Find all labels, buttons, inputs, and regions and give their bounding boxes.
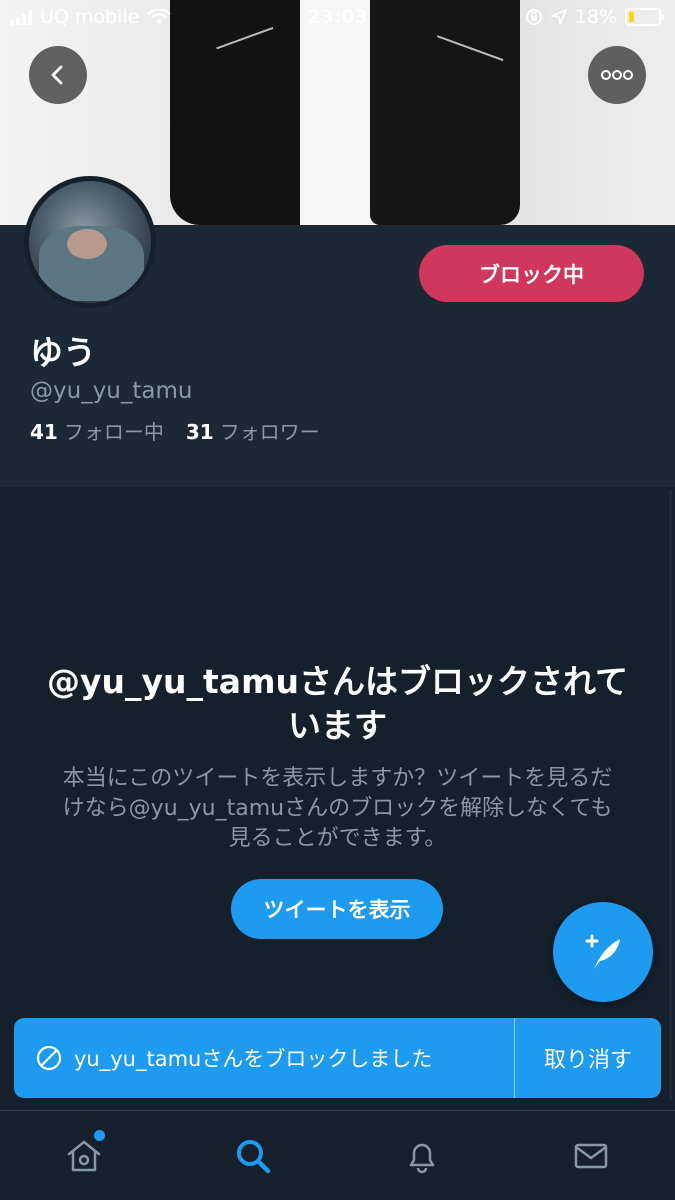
toast-message: yu_yu_tamuさんをブロックしました (74, 1047, 433, 1071)
following-count: 41 (30, 420, 58, 444)
blocked-status-button[interactable]: ブロック中 (419, 245, 644, 302)
battery-percent: 18% (574, 6, 617, 28)
followers-count-link[interactable]: 31 フォロワー (186, 416, 320, 445)
tab-messages[interactable] (507, 1111, 675, 1200)
location-arrow-icon (550, 9, 567, 25)
block-icon (36, 1045, 62, 1071)
following-label: フォロー中 (63, 420, 164, 444)
follow-counts: 41 フォロー中 31 フォロワー (30, 416, 320, 445)
more-options-button[interactable] (588, 46, 646, 104)
battery-icon (625, 8, 664, 26)
search-icon (237, 1140, 271, 1174)
divider (669, 490, 672, 1100)
undo-button[interactable]: 取り消す (515, 1018, 661, 1098)
orientation-lock-icon (525, 9, 542, 25)
more-dots-icon (601, 70, 633, 80)
display-name: ゆう (30, 333, 96, 372)
bell-icon (409, 1143, 435, 1174)
home-icon (67, 1140, 101, 1172)
chevron-left-icon (51, 65, 63, 85)
blocked-notice-title: @yu_yu_tamuさんはブロックされています (47, 662, 628, 745)
notification-dot (94, 1130, 105, 1141)
following-count-link[interactable]: 41 フォロー中 (30, 416, 164, 445)
compose-feather-icon (585, 934, 620, 969)
compose-tweet-button[interactable] (553, 902, 653, 1002)
block-confirmation-toast: yu_yu_tamuさんをブロックしました 取り消す (14, 1018, 661, 1098)
followers-label: フォロワー (219, 420, 320, 444)
tab-notifications[interactable] (338, 1111, 506, 1200)
followers-count: 31 (185, 420, 214, 444)
avatar[interactable] (24, 176, 156, 308)
tab-search[interactable] (169, 1111, 337, 1200)
bottom-tab-bar (0, 1110, 675, 1200)
back-button[interactable] (29, 46, 87, 104)
tab-home[interactable] (0, 1111, 168, 1200)
username-handle: @yu_yu_tamu (30, 378, 193, 404)
mail-icon (574, 1143, 608, 1169)
show-tweets-button[interactable]: ツイートを表示 (231, 879, 443, 939)
blocked-notice-description: 本当にこのツイートを表示しますか？ツイートを見るだけなら@yu_yu_tamuさ… (62, 766, 613, 851)
status-bar: UQ mobile 23:03 18% (0, 0, 675, 36)
